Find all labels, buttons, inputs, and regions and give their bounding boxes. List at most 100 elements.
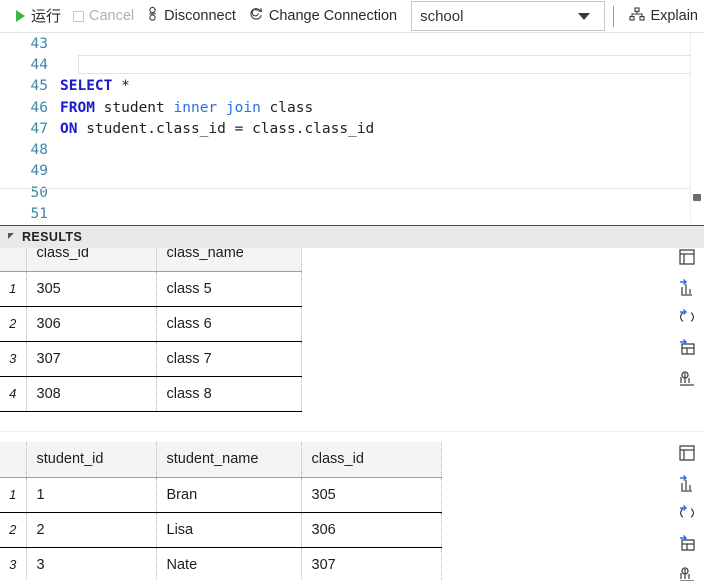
code-line-text: SELECT * xyxy=(60,78,130,94)
current-line-highlight xyxy=(78,55,704,75)
connection-select-value: school xyxy=(420,7,464,25)
editor-scrollbar-thumb[interactable] xyxy=(693,194,701,201)
class-result-grid: class_id class_name 1 305 class 5 2 306 class 6… xyxy=(0,248,302,412)
code-line[interactable]: 43 xyxy=(0,33,704,54)
line-number: 46 xyxy=(30,99,48,116)
view-chart-icon[interactable] xyxy=(678,368,696,386)
export-to-json-icon[interactable] xyxy=(678,308,696,326)
code-line[interactable]: 46 FROM student inner join class xyxy=(0,97,704,118)
editor-vertical-scrollbar[interactable] xyxy=(690,33,704,222)
change-connection-button[interactable]: Change Connection xyxy=(242,4,403,28)
export-to-chart-icon[interactable] xyxy=(678,278,696,296)
column-header[interactable]: student_name xyxy=(156,442,302,478)
code-line[interactable]: 49 xyxy=(0,161,704,182)
code-line[interactable]: 45 SELECT * xyxy=(0,76,704,97)
table-cell[interactable]: 305 xyxy=(301,477,442,513)
code-line[interactable]: 50 xyxy=(0,182,704,203)
toolbar-separator xyxy=(613,5,615,27)
row-number-cell: 4 xyxy=(0,376,27,412)
table-cell[interactable]: 306 xyxy=(301,512,442,548)
editor-horizontal-rule xyxy=(0,188,704,189)
table-cell[interactable]: 307 xyxy=(26,341,157,377)
explain-button[interactable]: Explain xyxy=(623,4,704,28)
table-cell[interactable]: 3 xyxy=(26,547,157,581)
export-icon-rail xyxy=(674,444,700,581)
code-token: student.class_id = class.class_id xyxy=(77,120,375,137)
table-header-row: class_id class_name xyxy=(0,248,302,272)
code-token: inner join xyxy=(173,99,261,116)
table-row[interactable]: 3 3 Nate 307 xyxy=(0,547,442,581)
code-token: ON xyxy=(60,120,78,137)
disconnect-plug-icon xyxy=(146,6,159,26)
table-row[interactable]: 4 308 class 8 xyxy=(0,376,302,412)
table-row[interactable]: 3 307 class 7 xyxy=(0,341,302,377)
line-number: 43 xyxy=(30,35,48,52)
code-line[interactable]: 48 xyxy=(0,139,704,160)
code-line[interactable]: 51 xyxy=(0,203,704,222)
export-to-table-icon[interactable] xyxy=(678,534,696,552)
triangle-collapse-icon[interactable] xyxy=(8,233,14,239)
code-token: SELECT xyxy=(60,78,113,95)
row-number-cell: 3 xyxy=(0,547,27,581)
row-number-header xyxy=(0,442,27,478)
table-row[interactable]: 2 2 Lisa 306 xyxy=(0,512,442,548)
chevron-down-icon xyxy=(578,13,591,20)
row-number-header xyxy=(0,248,27,272)
export-to-grid-icon[interactable] xyxy=(678,248,696,266)
results-panel-header[interactable]: RESULTS xyxy=(0,225,704,248)
line-number: 48 xyxy=(30,142,48,159)
export-to-table-icon[interactable] xyxy=(678,338,696,356)
table-cell[interactable]: 2 xyxy=(26,512,157,548)
grid-divider xyxy=(0,431,704,432)
export-icon-rail xyxy=(674,248,700,386)
row-number-cell: 1 xyxy=(0,477,27,513)
table-row[interactable]: 2 306 class 6 xyxy=(0,306,302,342)
row-number-cell: 2 xyxy=(0,306,27,342)
table-cell[interactable]: 306 xyxy=(26,306,157,342)
table-cell[interactable]: Bran xyxy=(156,477,302,513)
code-line-text: ON student.class_id = class.class_id xyxy=(60,121,374,137)
connection-select[interactable]: school xyxy=(411,1,606,31)
student-result-grid: student_id student_name class_id 1 1 Bran 305 2… xyxy=(0,442,442,581)
line-number: 45 xyxy=(30,78,48,95)
run-button[interactable]: 运行 xyxy=(10,4,67,28)
row-number-cell: 1 xyxy=(0,271,27,307)
export-to-chart-icon[interactable] xyxy=(678,474,696,492)
code-line[interactable]: 47 ON student.class_id = class.class_id xyxy=(0,118,704,139)
table-row[interactable]: 1 305 class 5 xyxy=(0,271,302,307)
table-header-row: student_id student_name class_id xyxy=(0,442,442,478)
play-triangle-icon xyxy=(16,10,25,22)
view-chart-icon[interactable] xyxy=(678,564,696,581)
disconnect-button[interactable]: Disconnect xyxy=(140,4,242,28)
column-header[interactable]: class_id xyxy=(301,442,442,478)
column-header[interactable]: class_name xyxy=(156,248,302,272)
disconnect-button-label: Disconnect xyxy=(164,7,236,24)
line-number: 47 xyxy=(30,120,48,137)
column-header[interactable]: class_id xyxy=(26,248,157,272)
table-cell[interactable]: class 7 xyxy=(156,341,302,377)
table-cell[interactable]: class 8 xyxy=(156,376,302,412)
table-cell[interactable]: class 5 xyxy=(156,271,302,307)
table-cell[interactable]: 1 xyxy=(26,477,157,513)
export-to-json-icon[interactable] xyxy=(678,504,696,522)
code-line-text: FROM student inner join class xyxy=(60,100,313,116)
sql-code-editor[interactable]: 43 44 45 SELECT * 46 FROM student inner join … xyxy=(0,33,704,222)
table-cell[interactable]: 305 xyxy=(26,271,157,307)
change-connection-button-label: Change Connection xyxy=(268,7,398,24)
table-cell[interactable]: 308 xyxy=(26,376,157,412)
line-number: 51 xyxy=(30,206,48,222)
cancel-button[interactable]: Cancel xyxy=(67,4,140,28)
column-header[interactable]: student_id xyxy=(26,442,157,478)
table-cell[interactable]: Nate xyxy=(156,547,302,581)
run-button-label: 运行 xyxy=(31,7,62,25)
refresh-circle-icon xyxy=(248,6,264,26)
code-line[interactable]: 44 xyxy=(0,54,704,75)
table-cell[interactable]: class 6 xyxy=(156,306,302,342)
line-number: 44 xyxy=(30,56,48,73)
code-token: student xyxy=(94,99,174,116)
table-cell[interactable]: Lisa xyxy=(156,512,302,548)
row-number-cell: 2 xyxy=(0,512,27,548)
table-row[interactable]: 1 1 Bran 305 xyxy=(0,477,442,513)
table-cell[interactable]: 307 xyxy=(301,547,442,581)
export-to-grid-icon[interactable] xyxy=(678,444,696,462)
